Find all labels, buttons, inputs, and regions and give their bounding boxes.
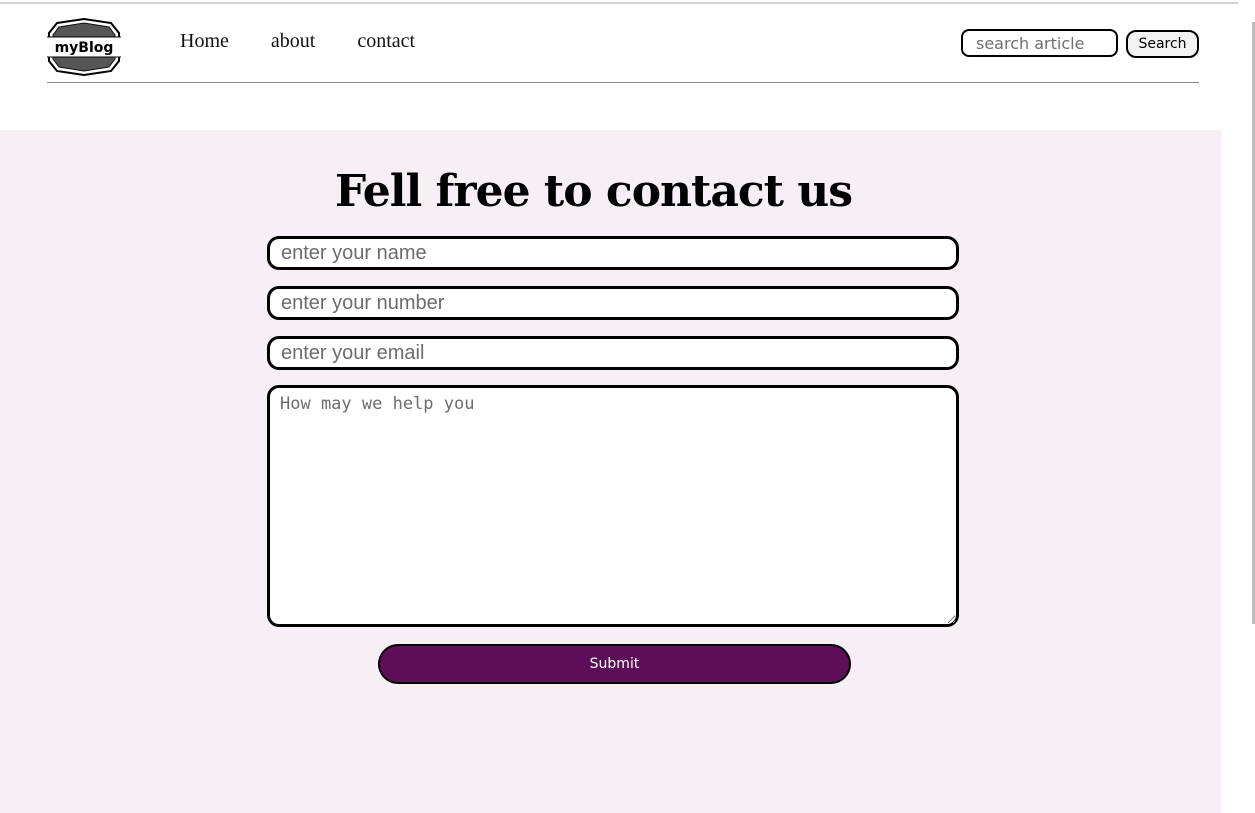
search-input[interactable]	[961, 29, 1118, 57]
message-textarea[interactable]	[267, 385, 959, 627]
email-field[interactable]	[267, 336, 959, 370]
myblog-logo[interactable]: myBlog	[47, 18, 121, 76]
number-field[interactable]	[267, 286, 959, 320]
header-divider	[47, 82, 1199, 83]
logo-text: myBlog	[55, 40, 114, 56]
page-title: Fell free to contact us	[334, 166, 853, 217]
main-nav: Home about contact	[180, 30, 457, 53]
nav-link-contact[interactable]: contact	[357, 30, 415, 53]
submit-button[interactable]: Submit	[378, 644, 851, 684]
contact-section: Fell free to contact us Submit	[0, 130, 1222, 813]
nav-link-about[interactable]: about	[271, 30, 315, 53]
nav-link-home[interactable]: Home	[180, 30, 229, 53]
search-button[interactable]: Search	[1126, 30, 1199, 58]
site-header: myBlog Home about contact Search	[0, 0, 1222, 130]
name-field[interactable]	[267, 236, 959, 270]
